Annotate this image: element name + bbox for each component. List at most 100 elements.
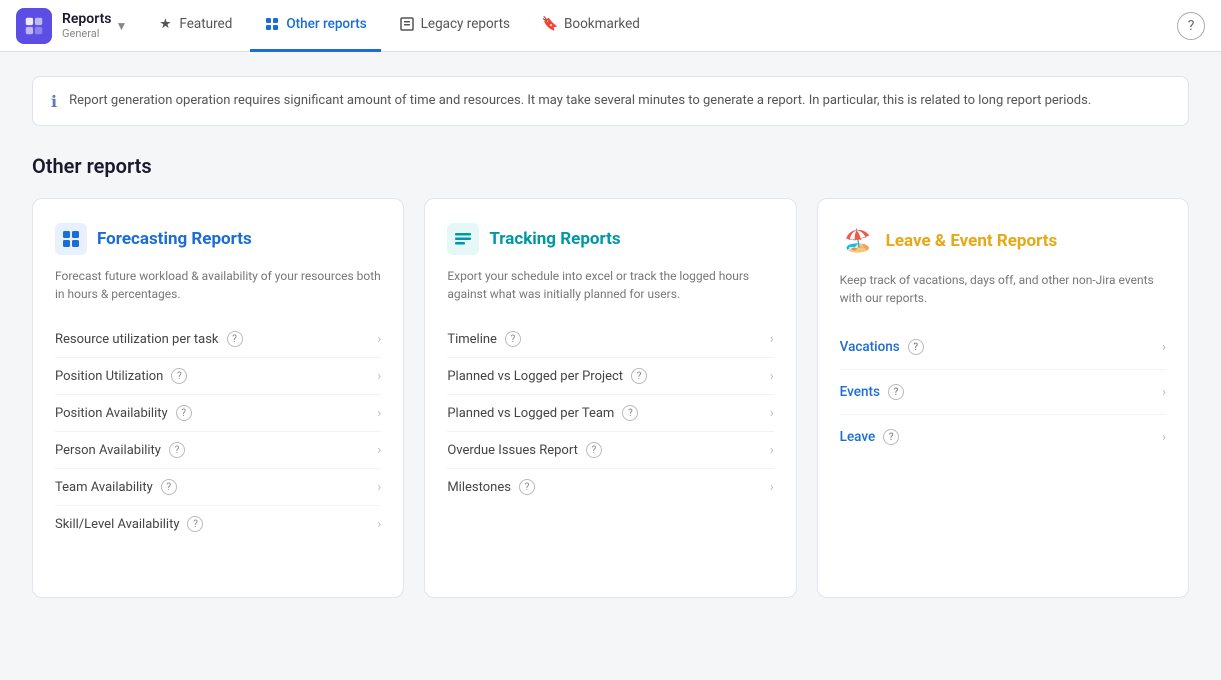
info-banner-text: Report generation operation requires sig… xyxy=(69,91,1091,111)
main-content: ℹ Report generation operation requires s… xyxy=(0,52,1221,622)
list-item[interactable]: Planned vs Logged per Team ? › xyxy=(447,395,773,432)
item-label: Person Availability xyxy=(55,443,161,458)
app-logo[interactable] xyxy=(16,8,52,44)
item-label: Position Utilization xyxy=(55,369,163,384)
leave-items: Vacations ? › Events ? › Leave ? xyxy=(840,325,1166,459)
help-circle-icon[interactable]: ? xyxy=(171,368,187,384)
item-label: Planned vs Logged per Team xyxy=(447,406,614,421)
list-item[interactable]: Events ? › xyxy=(840,370,1166,415)
help-circle-icon[interactable]: ? xyxy=(622,405,638,421)
list-item[interactable]: Resource utilization per task ? › xyxy=(55,321,381,358)
forecasting-description: Forecast future workload & availability … xyxy=(55,267,381,303)
list-item[interactable]: Person Availability ? › xyxy=(55,432,381,469)
cards-container: Forecasting Reports Forecast future work… xyxy=(32,198,1189,598)
nav-tabs: ★ Featured Other reports xyxy=(143,0,653,52)
item-label: Team Availability xyxy=(55,480,153,495)
arrow-right-icon: › xyxy=(377,332,381,347)
tab-featured[interactable]: ★ Featured xyxy=(143,0,246,52)
tab-bookmarked-label: Bookmarked xyxy=(564,16,640,32)
item-label: Skill/Level Availability xyxy=(55,517,179,532)
tracking-title: Tracking Reports xyxy=(489,229,620,249)
arrow-right-icon: › xyxy=(770,406,774,421)
arrow-right-icon: › xyxy=(770,369,774,384)
app-title: Reports xyxy=(62,11,112,27)
item-label: Planned vs Logged per Project xyxy=(447,369,623,384)
item-label: Timeline xyxy=(447,332,497,347)
help-circle-icon[interactable]: ? xyxy=(519,479,535,495)
arrow-right-icon: › xyxy=(377,443,381,458)
grid-icon xyxy=(264,16,280,32)
arrow-right-icon: › xyxy=(1162,430,1166,445)
list-item[interactable]: Skill/Level Availability ? › xyxy=(55,506,381,542)
info-icon: ℹ xyxy=(51,92,57,111)
tab-legacy-reports[interactable]: Legacy reports xyxy=(385,0,524,52)
list-item[interactable]: Position Availability ? › xyxy=(55,395,381,432)
arrow-right-icon: › xyxy=(1162,340,1166,355)
arrow-right-icon: › xyxy=(377,517,381,532)
help-circle-icon[interactable]: ? xyxy=(631,368,647,384)
item-label: Milestones xyxy=(447,480,511,495)
forecasting-items: Resource utilization per task ? › Positi… xyxy=(55,321,381,542)
arrow-right-icon: › xyxy=(1162,385,1166,400)
tracking-icon xyxy=(447,223,479,255)
header: Reports General ▼ ★ Featured Other repor… xyxy=(0,0,1221,52)
item-label: Leave xyxy=(840,429,876,445)
list-item[interactable]: Timeline ? › xyxy=(447,321,773,358)
list-item[interactable]: Milestones ? › xyxy=(447,469,773,505)
leave-title: Leave & Event Reports xyxy=(886,231,1058,251)
list-item[interactable]: Overdue Issues Report ? › xyxy=(447,432,773,469)
tracking-card: Tracking Reports Export your schedule in… xyxy=(424,198,796,598)
star-icon: ★ xyxy=(157,16,173,32)
leave-description: Keep track of vacations, days off, and o… xyxy=(840,271,1166,307)
list-item[interactable]: Team Availability ? › xyxy=(55,469,381,506)
arrow-right-icon: › xyxy=(377,369,381,384)
help-circle-icon[interactable]: ? xyxy=(187,516,203,532)
legacy-icon xyxy=(399,16,415,32)
tracking-card-header: Tracking Reports xyxy=(447,223,773,255)
item-label: Resource utilization per task xyxy=(55,332,219,347)
help-circle-icon[interactable]: ? xyxy=(908,339,924,355)
help-icon[interactable]: ? xyxy=(1177,12,1205,40)
tab-legacy-label: Legacy reports xyxy=(421,16,510,32)
help-circle-icon[interactable]: ? xyxy=(176,405,192,421)
tracking-description: Export your schedule into excel or track… xyxy=(447,267,773,303)
info-banner: ℹ Report generation operation requires s… xyxy=(32,76,1189,126)
forecasting-card-header: Forecasting Reports xyxy=(55,223,381,255)
tab-featured-label: Featured xyxy=(179,16,232,32)
forecasting-title: Forecasting Reports xyxy=(97,229,252,249)
header-left: Reports General ▼ ★ Featured Other repor… xyxy=(16,0,654,52)
help-circle-icon[interactable]: ? xyxy=(169,442,185,458)
arrow-right-icon: › xyxy=(770,480,774,495)
help-circle-icon[interactable]: ? xyxy=(586,442,602,458)
list-item[interactable]: Position Utilization ? › xyxy=(55,358,381,395)
tab-other-reports-label: Other reports xyxy=(286,16,366,32)
app-subtitle: General xyxy=(62,27,112,40)
help-circle-icon[interactable]: ? xyxy=(505,331,521,347)
help-circle-icon[interactable]: ? xyxy=(227,331,243,347)
list-item[interactable]: Planned vs Logged per Project ? › xyxy=(447,358,773,395)
item-label: Vacations xyxy=(840,339,900,355)
forecasting-icon xyxy=(55,223,87,255)
arrow-right-icon: › xyxy=(377,406,381,421)
reports-title-block: Reports General xyxy=(62,11,112,40)
beach-icon: 🏖️ xyxy=(840,223,876,259)
header-right: ? xyxy=(1177,12,1205,40)
list-item[interactable]: Leave ? › xyxy=(840,415,1166,459)
item-label: Events xyxy=(840,384,880,400)
help-circle-icon[interactable]: ? xyxy=(161,479,177,495)
tab-other-reports[interactable]: Other reports xyxy=(250,0,380,52)
bookmark-icon: 🔖 xyxy=(542,16,558,32)
help-circle-icon[interactable]: ? xyxy=(888,384,904,400)
item-label: Position Availability xyxy=(55,406,168,421)
leave-event-card: 🏖️ Leave & Event Reports Keep track of v… xyxy=(817,198,1189,598)
arrow-right-icon: › xyxy=(770,443,774,458)
help-circle-icon[interactable]: ? xyxy=(883,429,899,445)
list-item[interactable]: Vacations ? › xyxy=(840,325,1166,370)
forecasting-card: Forecasting Reports Forecast future work… xyxy=(32,198,404,598)
tracking-items: Timeline ? › Planned vs Logged per Proje… xyxy=(447,321,773,505)
chevron-down-icon[interactable]: ▼ xyxy=(116,19,128,33)
arrow-right-icon: › xyxy=(770,332,774,347)
page-title: Other reports xyxy=(32,154,1189,178)
tab-bookmarked[interactable]: 🔖 Bookmarked xyxy=(528,0,654,52)
leave-card-header: 🏖️ Leave & Event Reports xyxy=(840,223,1166,259)
